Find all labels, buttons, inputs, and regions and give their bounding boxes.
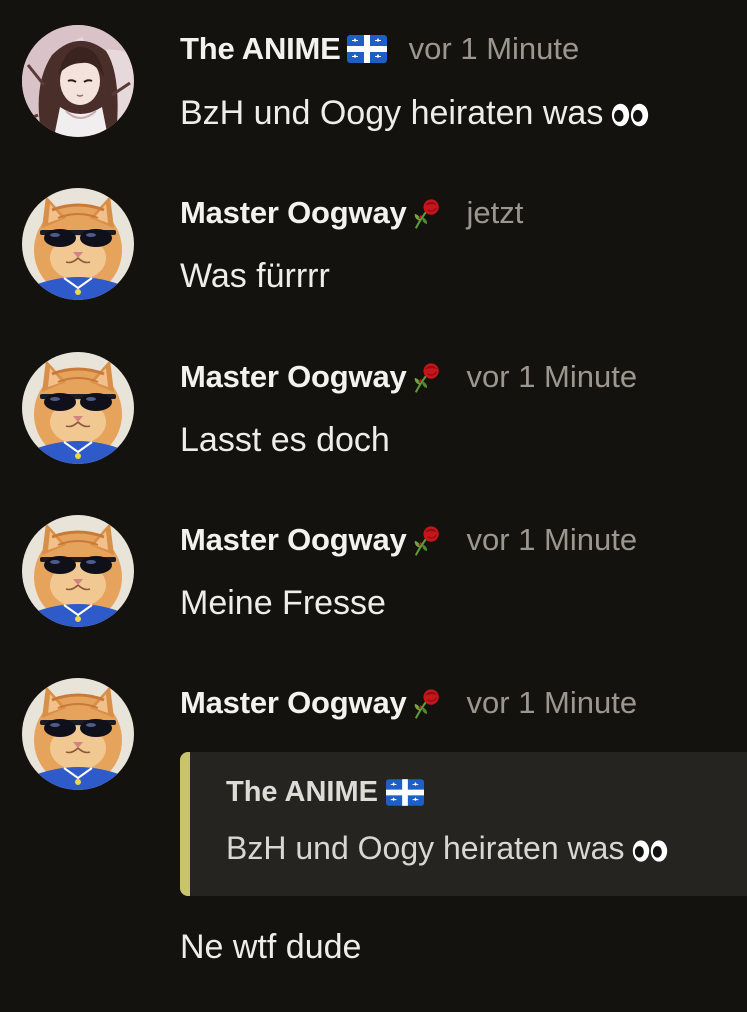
- timestamp: jetzt: [466, 195, 524, 230]
- avatar[interactable]: [22, 25, 134, 137]
- message-header: Master Oogway vor 1 Minute: [180, 683, 637, 723]
- eyes-icon: [632, 838, 668, 864]
- quoted-author-row: The ANIME: [226, 776, 424, 809]
- message-header: Master Oogway vor 1 Minute: [180, 357, 637, 397]
- author-name[interactable]: The ANIME: [180, 31, 341, 67]
- wilted-rose-icon: [409, 195, 443, 231]
- timestamp: vor 1 Minute: [466, 522, 638, 557]
- avatar[interactable]: [22, 352, 134, 464]
- avatar[interactable]: [22, 188, 134, 300]
- author-name[interactable]: Master Oogway: [180, 522, 407, 558]
- author-name[interactable]: Master Oogway: [180, 359, 407, 395]
- message-text: BzH und Oogy heiraten was: [180, 94, 604, 132]
- message-text-row: BzH und Oogy heiraten was: [180, 94, 649, 133]
- message-text: Meine Fresse: [180, 584, 386, 622]
- message-header: Master Oogway vor 1 Minute: [180, 520, 637, 560]
- avatar[interactable]: [22, 678, 134, 790]
- quoted-author-name: The ANIME: [226, 776, 378, 808]
- message-text: Lasst es doch: [180, 421, 390, 459]
- quebec-flag-icon: [386, 779, 424, 806]
- message-header: The ANIME vor 1 Minute: [180, 29, 579, 69]
- timestamp: vor 1 Minute: [408, 31, 580, 66]
- message-text: Ne wtf dude: [180, 928, 362, 966]
- wilted-rose-icon: [409, 359, 443, 395]
- message-text: Was fürrrr: [180, 257, 330, 295]
- eyes-icon: [611, 101, 649, 129]
- wilted-rose-icon: [409, 522, 443, 558]
- wilted-rose-icon: [409, 685, 443, 721]
- avatar[interactable]: [22, 515, 134, 627]
- quoted-message[interactable]: The ANIME BzH und Oogy heiraten was: [180, 752, 747, 896]
- quebec-flag-icon: [347, 35, 387, 63]
- timestamp: vor 1 Minute: [466, 685, 638, 720]
- message-header: Master Oogway jetzt: [180, 193, 523, 233]
- quoted-text: BzH und Oogy heiraten was: [226, 830, 625, 866]
- quoted-text-row: BzH und Oogy heiraten was: [226, 830, 668, 867]
- quote-bar: [180, 752, 190, 896]
- author-name[interactable]: Master Oogway: [180, 685, 407, 721]
- timestamp: vor 1 Minute: [466, 359, 638, 394]
- author-name[interactable]: Master Oogway: [180, 195, 407, 231]
